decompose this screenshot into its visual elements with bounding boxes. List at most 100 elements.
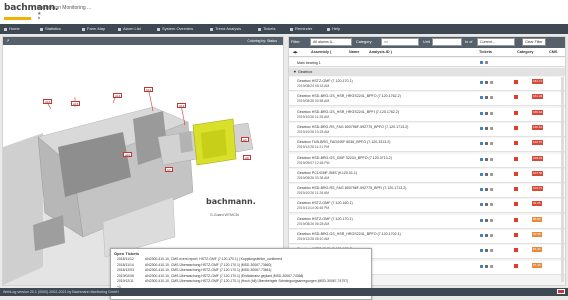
component-row[interactable]: Gearbox HSD-BRG-GS_HSR_HRGS2241_BPFO (7.…	[289, 230, 565, 244]
ticket-row[interactable]: 2018/12/03 AN2300-410-10, CMS-Überwachung…	[114, 268, 370, 273]
docs-icon[interactable]	[490, 126, 493, 130]
col-assembly[interactable]: Assembly (	[311, 50, 331, 54]
chart-icon[interactable]	[485, 126, 488, 130]
chart-icon[interactable]	[485, 157, 488, 161]
chart-icon[interactable]	[485, 234, 488, 237]
ticket-icon[interactable]	[480, 218, 483, 222]
callout-a13[interactable]: A13	[43, 99, 53, 104]
nav-farm-map[interactable]: Farm Map	[82, 26, 105, 31]
chart-icon[interactable]	[485, 249, 488, 253]
callout-a12[interactable]: A12	[177, 103, 187, 108]
category-flag-icon	[514, 141, 518, 146]
ticket-icon[interactable]	[480, 249, 483, 253]
component-row[interactable]: Gearbox HSTZ-GMF (7.120.170.1) 2019/08/24…	[289, 77, 565, 91]
col-name[interactable]: Name	[349, 50, 359, 54]
nav-statistics[interactable]: Statistics	[40, 26, 61, 31]
docs-icon[interactable]	[490, 218, 493, 222]
col-tickets[interactable]: Tickets	[479, 50, 492, 54]
ticket-icon[interactable]	[480, 111, 483, 115]
app-title[interactable]: Bachmann Monitoring ...	[37, 5, 91, 11]
callout-a14[interactable]: A14	[113, 93, 123, 98]
chart-icon[interactable]	[485, 203, 488, 207]
language-flag-icon[interactable]	[557, 289, 565, 294]
component-row[interactable]: Gearbox HSD-BRG-RS_FAG 800796F-592775_BP…	[289, 184, 565, 199]
component-row[interactable]: Gearbox TUB-BRG_FAG/NSF 8036_BPFO (7.120…	[289, 138, 565, 153]
docs-icon[interactable]	[490, 203, 493, 207]
col-analysis[interactable]: Analysis-ID )	[369, 50, 392, 54]
nav-system-overview[interactable]: System Overview	[157, 26, 193, 31]
nav-reminder[interactable]: Reminder	[290, 26, 312, 31]
callout-a11[interactable]: A11	[144, 87, 154, 92]
col-cms[interactable]: CMS	[549, 50, 557, 54]
callout-a9[interactable]: A9	[241, 137, 249, 142]
ticket-icon[interactable]	[480, 172, 483, 176]
category-label: Category:	[356, 40, 373, 44]
chart-icon[interactable]	[485, 218, 488, 222]
callout-a7[interactable]: A7	[165, 167, 173, 172]
ticket-icon[interactable]	[480, 142, 483, 146]
component-row[interactable]: Gearbox PC1/GMF-SMS (9.120.01.1) 2019/08/…	[289, 168, 565, 183]
callout-a8[interactable]: A8	[243, 155, 251, 160]
component-row[interactable]: Gearbox HSD-BRG-GS_HSR_HRGS2241_BPFO (7.…	[289, 92, 565, 107]
unit-select[interactable]	[432, 38, 462, 46]
main-bearing-row[interactable]: Main bearing 1	[289, 58, 565, 67]
callout-a15[interactable]: A15	[71, 101, 81, 106]
component-row[interactable]: Gearbox HSD-BRG-GS_GMF 32234_BPFO (7.120…	[289, 153, 565, 168]
chart-icon[interactable]	[485, 81, 488, 84]
collapse-all-icon[interactable]: ◀▶	[293, 50, 298, 54]
category-flag-icon	[514, 248, 518, 253]
chart-icon[interactable]	[485, 172, 488, 176]
ticket-icon[interactable]	[480, 61, 483, 64]
chart-icon[interactable]	[485, 188, 488, 192]
component-row[interactable]: Gearbox HSD-BRG-GS_HSR_HRGS2241_BPFI (7.…	[289, 107, 565, 122]
callout-a10[interactable]: A10	[123, 152, 133, 157]
nav-tickets[interactable]: Tickets	[258, 26, 276, 31]
docs-icon[interactable]	[490, 264, 493, 268]
docs-icon[interactable]	[490, 81, 493, 84]
chart-icon[interactable]	[485, 142, 488, 146]
ticket-row[interactable]: 2018/11/14 AN2300-410-10, CMS-Überwachung…	[114, 263, 370, 268]
chart-icon[interactable]	[485, 111, 488, 115]
ticket-icon[interactable]	[480, 234, 483, 237]
ticket-row[interactable]: 2019/12/11 AN2300-410-10, CMS-Überwachung…	[114, 279, 370, 284]
ticket-icon[interactable]	[480, 157, 483, 161]
clear-filter-button[interactable]: Clear Filter	[522, 38, 546, 46]
component-date: 2019/10/28 10:28 AM	[297, 129, 330, 134]
col-category[interactable]: Category	[517, 50, 533, 54]
chart-icon[interactable]	[485, 264, 488, 268]
nav-help[interactable]: Help	[327, 26, 340, 31]
ticket-icon[interactable]	[480, 203, 483, 207]
chart-icon[interactable]	[485, 96, 488, 100]
nav-trend-analysis[interactable]: Trend Analysis	[210, 26, 241, 31]
group-gearbox[interactable]: ▼ Gearbox	[289, 68, 565, 76]
ticket-icon[interactable]	[480, 264, 483, 268]
docs-icon[interactable]	[490, 188, 493, 192]
to-label: to of	[465, 40, 473, 44]
component-row[interactable]: Gearbox HSD-BRG-RS_FAG 800796F-592775_BP…	[289, 122, 565, 137]
docs-icon[interactable]	[490, 249, 493, 253]
nav-home[interactable]: Home	[4, 26, 20, 31]
cms-value: 107.56	[532, 170, 544, 176]
period-select[interactable]: Current...	[477, 38, 515, 46]
ticket-icon	[258, 27, 261, 31]
docs-icon[interactable]	[490, 172, 493, 176]
docs-icon[interactable]	[490, 96, 493, 100]
ticket-row[interactable]: 2019/02/06 AN2300-410-10, CMS-Überwachung…	[114, 274, 370, 279]
ticket-icon[interactable]	[480, 126, 483, 130]
ticket-row[interactable]: 2018/11/12 AN2300-410-10, CMS event repor…	[114, 257, 370, 262]
chart-icon[interactable]	[485, 61, 488, 64]
ticket-icon[interactable]	[480, 96, 483, 100]
component-row[interactable]: Gearbox HSTZ-GMF (7.120.170.1) 2019/08/26…	[289, 214, 565, 229]
category-select[interactable]: >=	[381, 38, 419, 46]
docs-icon[interactable]	[490, 234, 493, 237]
docs-icon[interactable]	[490, 157, 493, 161]
docs-icon[interactable]	[490, 142, 493, 146]
model-caption: G-Guard WTMC3v	[210, 213, 240, 217]
list-scrollbar[interactable]	[561, 77, 564, 282]
nav-alarm-list[interactable]: Alarm List	[118, 26, 141, 31]
ticket-icon[interactable]	[480, 81, 483, 84]
docs-icon[interactable]	[490, 111, 493, 115]
component-row[interactable]: Gearbox HSTZ-GMF (7.120.160.1) 2019/11/14…	[289, 199, 565, 214]
filter-select[interactable]: All alarms &...	[310, 38, 352, 46]
ticket-icon[interactable]	[480, 188, 483, 192]
